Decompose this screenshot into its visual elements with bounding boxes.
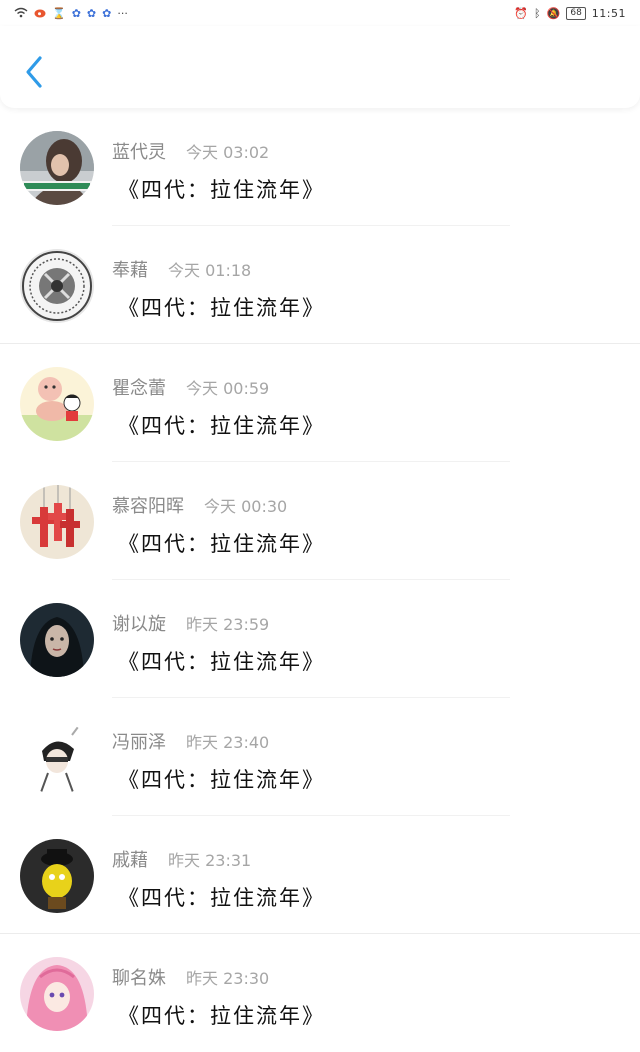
- user-name[interactable]: 奉藉: [112, 256, 148, 282]
- comment-list: 蓝代灵 今天 03:02 《四代：拉住流年》 奉藉 今天 01:18 《四代：拉…: [0, 108, 640, 1052]
- user-name[interactable]: 聊名姝: [112, 964, 166, 990]
- more-icon: ···: [117, 6, 128, 20]
- comment-text: 《四代：拉住流年》: [118, 650, 325, 674]
- back-button[interactable]: [22, 54, 48, 90]
- status-time: 11:51: [591, 6, 626, 20]
- comment-meta: 冯丽泽 昨天 23:40: [112, 728, 269, 754]
- list-item[interactable]: 瞿念蕾 今天 00:59 《四代：拉住流年》: [0, 344, 640, 462]
- mute-icon: 🔕: [546, 6, 561, 20]
- comment-text: 《四代：拉住流年》: [118, 886, 325, 910]
- comment-meta: 谢以旋 昨天 23:59: [112, 610, 269, 636]
- user-name[interactable]: 瞿念蕾: [112, 374, 166, 400]
- comment-time: 今天 00:59: [186, 379, 270, 398]
- comment-meta: 蓝代灵 今天 03:02: [112, 138, 269, 164]
- avatar[interactable]: [20, 131, 94, 205]
- alarm-icon: ⏰: [514, 6, 529, 20]
- user-name[interactable]: 冯丽泽: [112, 728, 166, 754]
- comment-time: 昨天 23:59: [186, 615, 270, 634]
- comment-time: 今天 00:30: [204, 497, 288, 516]
- avatar[interactable]: [20, 367, 94, 441]
- comment-text: 《四代：拉住流年》: [118, 178, 325, 202]
- comment-text: 《四代：拉住流年》: [118, 532, 325, 556]
- paw-icon: ✿: [71, 6, 81, 20]
- user-name[interactable]: 戚藉: [112, 846, 148, 872]
- comment-time: 今天 01:18: [168, 261, 252, 280]
- list-item[interactable]: 奉藉 今天 01:18 《四代：拉住流年》: [0, 226, 640, 344]
- comment-meta: 戚藉 昨天 23:31: [112, 846, 251, 872]
- avatar[interactable]: [20, 249, 94, 323]
- list-item[interactable]: 慕容阳晖 今天 00:30 《四代：拉住流年》: [0, 462, 640, 580]
- comment-time: 昨天 23:31: [168, 851, 252, 870]
- comment-text: 《四代：拉住流年》: [118, 1004, 325, 1028]
- user-name[interactable]: 蓝代灵: [112, 138, 166, 164]
- avatar[interactable]: [20, 839, 94, 913]
- bluetooth-icon: ᛒ: [534, 6, 541, 20]
- paw-icon: ✿: [86, 6, 97, 20]
- paw-icon: ✿: [102, 6, 112, 20]
- header-bar: [0, 26, 640, 108]
- avatar[interactable]: [20, 721, 94, 795]
- chevron-left-icon: [26, 56, 42, 88]
- avatar[interactable]: [20, 603, 94, 677]
- list-item[interactable]: 蓝代灵 今天 03:02 《四代：拉住流年》: [0, 108, 640, 226]
- status-right: ⏰ ᛒ 🔕 68 11:51: [514, 6, 626, 20]
- comment-text: 《四代：拉住流年》: [118, 296, 325, 320]
- battery-indicator: 68: [566, 6, 586, 20]
- hourglass-icon: ⌛: [52, 6, 66, 20]
- comment-meta: 聊名姝 昨天 23:30: [112, 964, 269, 990]
- comment-meta: 瞿念蕾 今天 00:59: [112, 374, 269, 400]
- user-name[interactable]: 慕容阳晖: [112, 492, 184, 518]
- user-name[interactable]: 谢以旋: [112, 610, 166, 636]
- comment-text: 《四代：拉住流年》: [118, 414, 325, 438]
- status-left: ⌛ ✿ ✿ ✿ ···: [14, 7, 128, 20]
- comment-time: 今天 03:02: [186, 143, 270, 162]
- comment-meta: 慕容阳晖 今天 00:30: [112, 492, 287, 518]
- weibo-icon: [34, 7, 46, 20]
- list-item[interactable]: 谢以旋 昨天 23:59 《四代：拉住流年》: [0, 580, 640, 698]
- avatar[interactable]: [20, 485, 94, 559]
- comment-time: 昨天 23:40: [186, 733, 270, 752]
- comment-time: 昨天 23:30: [186, 969, 270, 988]
- avatar[interactable]: [20, 957, 94, 1031]
- list-item[interactable]: 聊名姝 昨天 23:30 《四代：拉住流年》: [0, 934, 640, 1052]
- status-bar: ⌛ ✿ ✿ ✿ ··· ⏰ ᛒ 🔕 68 11:51: [0, 0, 640, 26]
- list-item[interactable]: 冯丽泽 昨天 23:40 《四代：拉住流年》: [0, 698, 640, 816]
- comment-text: 《四代：拉住流年》: [118, 768, 325, 792]
- list-item[interactable]: 戚藉 昨天 23:31 《四代：拉住流年》: [0, 816, 640, 934]
- comment-meta: 奉藉 今天 01:18: [112, 256, 251, 282]
- wifi-icon: [14, 7, 28, 20]
